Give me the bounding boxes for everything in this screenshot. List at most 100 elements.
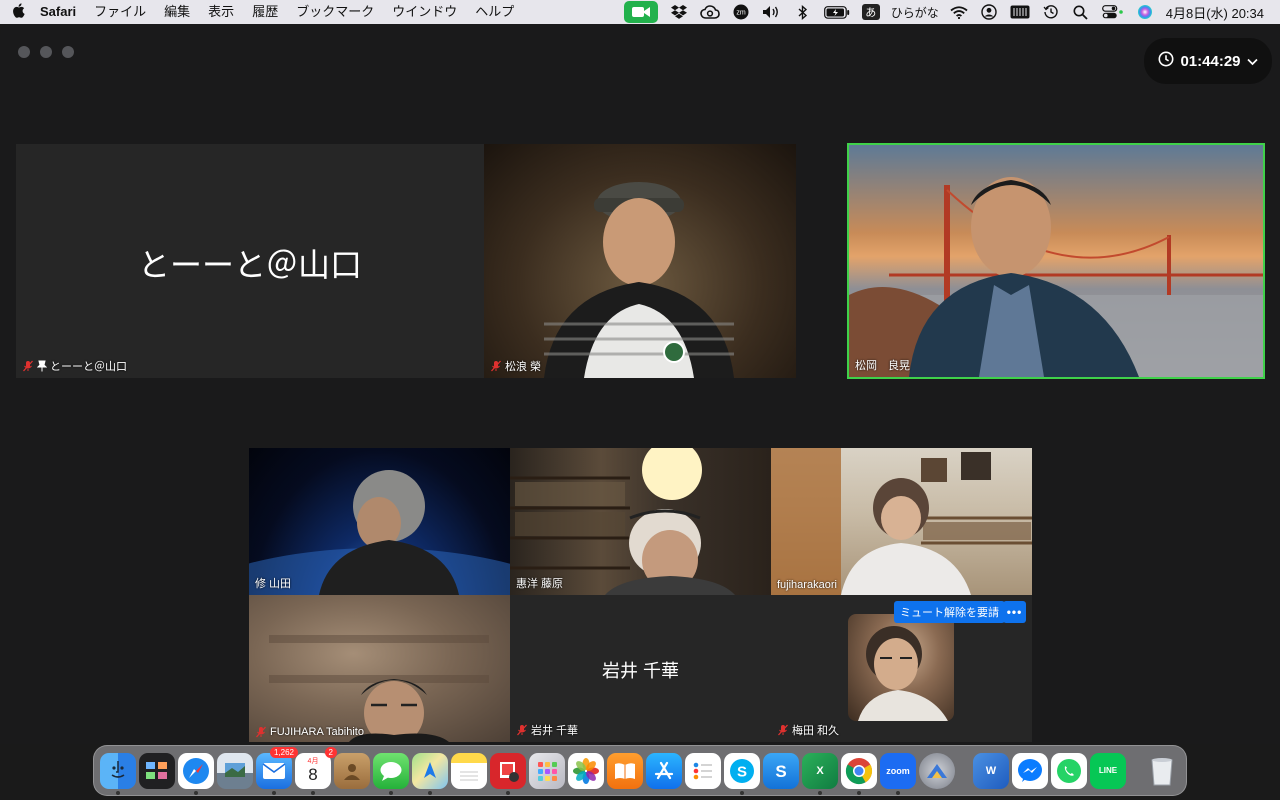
participant-video-image xyxy=(771,448,1032,595)
menu-file[interactable]: ファイル xyxy=(85,0,155,24)
menu-view[interactable]: 表示 xyxy=(199,0,243,24)
menu-clock[interactable]: 4月8日(水) 20:34 xyxy=(1160,0,1270,24)
finder-icon[interactable] xyxy=(100,752,136,795)
reminders-icon[interactable] xyxy=(685,752,721,789)
photos-icon[interactable] xyxy=(568,752,604,789)
participant-name-label: fujiharakaori xyxy=(777,579,837,591)
video-tile-yamada[interactable]: 修 山田 xyxy=(249,448,510,595)
wifi-icon[interactable] xyxy=(944,0,974,24)
camera-in-use-icon[interactable] xyxy=(623,1,658,23)
pin-icon xyxy=(37,360,47,372)
messenger-icon[interactable] xyxy=(1012,752,1048,789)
contacts-icon[interactable] xyxy=(334,752,370,789)
istat-icon[interactable] xyxy=(1004,0,1036,24)
video-tile-tabihito[interactable]: FUJIHARA Tabihito xyxy=(249,595,510,742)
excel-icon[interactable]: X xyxy=(802,752,838,795)
participant-name-label: 岩井 千華 xyxy=(516,722,578,738)
menu-window[interactable]: ウインドウ xyxy=(383,0,466,24)
participant-video-image xyxy=(510,448,735,595)
dropbox-icon[interactable] xyxy=(664,0,694,24)
chevron-down-icon xyxy=(1246,53,1258,70)
video-tile-yamaguchi[interactable]: とーーと＠山口 とーーと＠山口 xyxy=(16,144,484,378)
participant-video-image xyxy=(249,470,510,595)
volume-icon[interactable] xyxy=(756,0,788,24)
bluetooth-icon[interactable] xyxy=(788,0,818,24)
messages-icon[interactable] xyxy=(373,752,409,795)
video-tile-fujiharakaori[interactable]: fujiharakaori xyxy=(771,448,1032,595)
time-machine-icon[interactable] xyxy=(1036,0,1066,24)
spotlight-search-icon[interactable] xyxy=(1066,0,1096,24)
notes-icon[interactable] xyxy=(451,752,487,789)
svg-text:S: S xyxy=(775,762,786,781)
battery-icon[interactable] xyxy=(818,0,856,24)
mail-unread-badge: 1,262 xyxy=(269,746,298,758)
menu-bookmarks[interactable]: ブックマーク xyxy=(287,0,383,24)
participant-avatar-umeda xyxy=(848,614,954,721)
participant-name-label: 梅田 和久 xyxy=(777,722,839,738)
muted-mic-icon xyxy=(23,360,33,372)
zoom-app-icon[interactable]: zoom xyxy=(880,752,916,795)
books-icon[interactable] xyxy=(607,752,643,789)
close-window-button[interactable] xyxy=(18,46,30,58)
menu-app-safari[interactable]: Safari xyxy=(36,0,85,24)
skype-for-business-icon[interactable]: S xyxy=(763,752,799,789)
line-app-icon[interactable]: LINE xyxy=(1090,752,1126,789)
launchpad-icon[interactable] xyxy=(529,752,565,789)
svg-text:zm: zm xyxy=(736,10,746,17)
virtual-background-golden-gate xyxy=(849,177,1263,377)
input-method-label[interactable]: ひらがな xyxy=(886,0,944,24)
video-tile-matsunami[interactable]: 松浪 榮 xyxy=(484,144,796,378)
dock: 1,262 4月 8 2 S S X zoom W LINE xyxy=(93,745,1187,796)
maps-icon[interactable] xyxy=(412,752,448,795)
meeting-elapsed-time: 01:44:29 xyxy=(1180,52,1241,70)
participant-profile-image xyxy=(858,626,948,721)
user-account-icon[interactable] xyxy=(974,0,1004,24)
meeting-timer[interactable]: 01:44:29 xyxy=(1144,38,1272,84)
preview-icon[interactable] xyxy=(217,752,253,789)
muted-mic-icon xyxy=(491,360,501,372)
participant-name-label: 惠洋 藤原 xyxy=(516,578,564,590)
whatsapp-icon[interactable] xyxy=(1051,752,1087,789)
trash-icon[interactable] xyxy=(1144,753,1180,789)
input-method-icon[interactable]: あ xyxy=(856,0,886,24)
participant-video-image xyxy=(269,635,489,742)
menu-edit[interactable]: 編集 xyxy=(155,0,199,24)
mission-control-icon[interactable] xyxy=(139,752,175,789)
app-store-icon[interactable] xyxy=(646,752,682,789)
window-controls xyxy=(18,46,74,58)
safari-icon[interactable] xyxy=(178,752,214,795)
control-center-icon[interactable] xyxy=(1096,0,1130,24)
muted-mic-icon xyxy=(778,724,788,736)
minimize-window-button[interactable] xyxy=(40,46,52,58)
participant-name-label: 松浪 榮 xyxy=(490,358,541,374)
participant-name-label: 松岡 良晃 xyxy=(855,360,910,372)
participant-display-name: 岩井 千華 xyxy=(601,661,679,681)
participant-video-image xyxy=(544,182,734,378)
video-tile-matsuoka-active-speaker[interactable]: 松岡 良晃 xyxy=(847,143,1265,379)
mail-icon[interactable]: 1,262 xyxy=(256,746,298,795)
siri-icon[interactable] xyxy=(1130,0,1160,24)
menu-help[interactable]: ヘルプ xyxy=(466,0,523,24)
ask-to-unmute-button[interactable]: ミュート解除を要請 xyxy=(894,601,1005,623)
more-options-button[interactable]: ••• xyxy=(1003,601,1026,623)
video-tile-fujiwara[interactable]: 惠洋 藤原 xyxy=(510,448,771,595)
menu-history[interactable]: 履歴 xyxy=(243,0,287,24)
participant-name-label: 修 山田 xyxy=(255,578,292,590)
apple-icon[interactable] xyxy=(0,3,36,21)
participant-display-name: とーーと＠山口 xyxy=(137,247,362,283)
clock-icon xyxy=(1158,51,1174,71)
creative-cloud-icon[interactable] xyxy=(694,0,726,24)
word-icon[interactable]: W xyxy=(973,752,1009,789)
calendar-icon[interactable]: 4月 8 2 xyxy=(295,746,337,795)
skype-icon[interactable]: S xyxy=(724,752,760,795)
muted-mic-icon xyxy=(256,726,266,738)
video-tile-iwai[interactable]: 岩井 千華 岩井 千華 xyxy=(510,595,771,742)
participant-name-label: FUJIHARA Tabihito xyxy=(255,726,364,738)
photo-booth-icon[interactable] xyxy=(490,752,526,795)
menu-bar: Safari ファイル 編集 表示 履歴 ブックマーク ウインドウ ヘルプ zm xyxy=(0,0,1280,24)
migration-drive-icon[interactable] xyxy=(919,752,955,789)
zoom-menu-icon[interactable]: zm xyxy=(726,0,756,24)
zoom-window-button[interactable] xyxy=(62,46,74,58)
chrome-icon[interactable] xyxy=(841,752,877,795)
svg-text:S: S xyxy=(737,763,747,780)
